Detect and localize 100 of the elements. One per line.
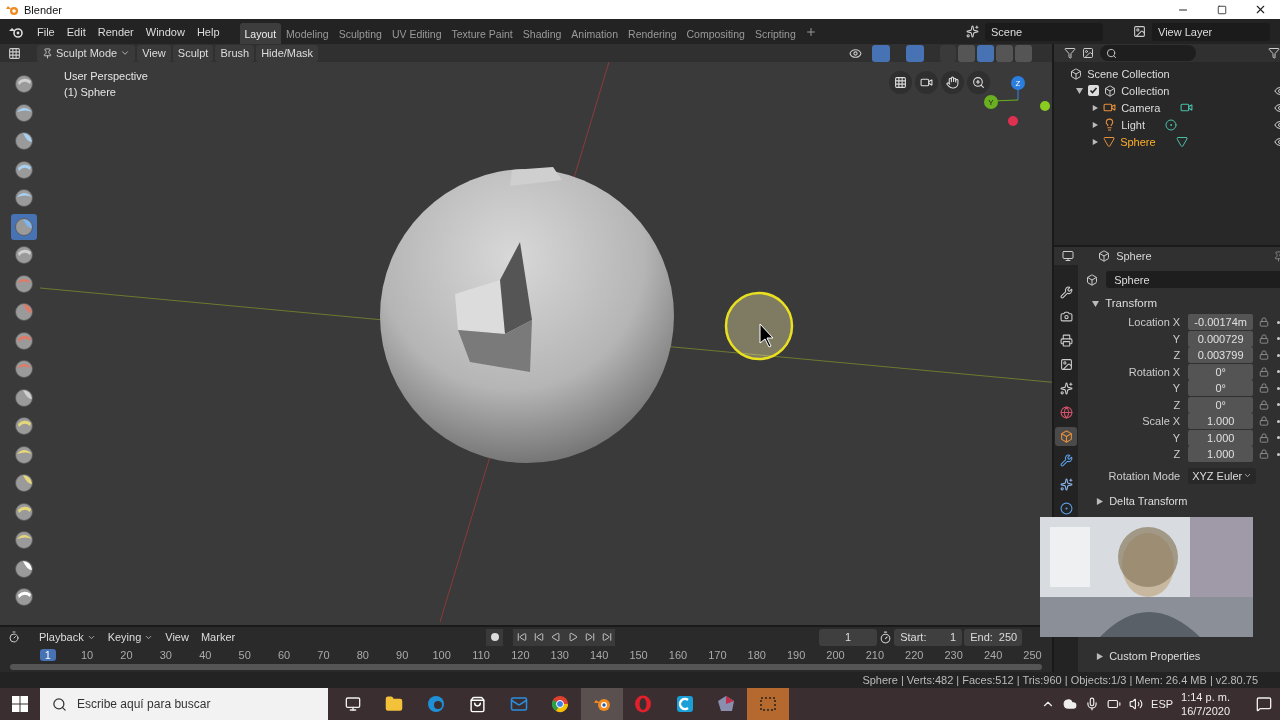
overlay-toggle[interactable] [906, 44, 925, 62]
number-field[interactable]: 0° [1188, 380, 1254, 397]
workspace-tab[interactable]: Layout [239, 23, 282, 44]
light-data-icon [1165, 118, 1177, 131]
workspace-tab[interactable]: Animation [566, 23, 624, 44]
collapsed-arrow-icon[interactable] [1096, 497, 1104, 505]
workspace-tab[interactable]: UV Editing [386, 23, 447, 44]
taskbar-search-field[interactable]: Escribe aquí para buscar [40, 688, 328, 720]
battery-icon[interactable] [1107, 697, 1122, 711]
checkbox[interactable] [1088, 85, 1100, 96]
grid-view-button[interactable] [889, 71, 912, 94]
zoom-button[interactable] [967, 71, 990, 94]
scrollbar[interactable] [10, 664, 1043, 670]
workspace-tab[interactable]: Rendering [623, 23, 682, 44]
jump-end-button[interactable] [598, 628, 616, 646]
scene-icon [966, 25, 979, 38]
scene-field[interactable]: Scene [985, 22, 1103, 41]
menu-item[interactable]: View [160, 628, 194, 646]
menu-item[interactable]: Help [190, 21, 226, 42]
menu-item[interactable]: Render [91, 21, 140, 42]
expand-arrow-icon[interactable] [1092, 121, 1099, 128]
menu-item[interactable]: Window [139, 21, 191, 42]
menu-item[interactable]: Marker [195, 628, 241, 646]
object-name-field[interactable]: Sphere [1106, 271, 1280, 288]
expand-arrow-icon[interactable] [1092, 138, 1099, 145]
menu-item[interactable]: Playback [34, 628, 101, 646]
keyframe-dot[interactable] [1277, 436, 1280, 440]
menu-item[interactable]: View [137, 44, 171, 62]
add-workspace-icon[interactable] [804, 25, 817, 38]
keyframe-dot[interactable] [1277, 403, 1280, 407]
language-indicator[interactable]: ESP [1151, 698, 1174, 710]
mode-dropdown[interactable]: Sculpt Mode [37, 44, 136, 62]
menu-item[interactable]: Edit [60, 21, 92, 42]
tree-item[interactable]: Camera [1121, 101, 1161, 114]
menu-item[interactable]: Hide/Mask [256, 44, 319, 62]
clock[interactable]: 1:14 p. m. 16/7/2020 [1181, 690, 1230, 718]
panel-title[interactable]: Custom Properties [1109, 650, 1201, 662]
workspace-tab[interactable]: Texture Paint [446, 23, 518, 44]
number-field[interactable]: 1.000 [1188, 446, 1254, 463]
number-field[interactable]: 0.000729 [1188, 330, 1254, 347]
number-field[interactable]: 0° [1188, 396, 1254, 413]
menu-item[interactable]: Sculpt [172, 44, 214, 62]
frame-number: 200 [825, 649, 846, 661]
microphone-icon[interactable] [1085, 697, 1100, 711]
panel-title[interactable]: Delta Transform [1109, 495, 1188, 507]
properties-tab[interactable] [1055, 427, 1078, 446]
keyframe-dot[interactable] [1277, 353, 1280, 357]
expand-arrow-icon[interactable] [1092, 104, 1099, 111]
collapsed-arrow-icon[interactable] [1096, 652, 1104, 660]
workspace-tab[interactable]: Scripting [749, 23, 801, 44]
search-field[interactable] [1100, 45, 1197, 61]
workspace-tab[interactable]: Sculpting [333, 23, 387, 44]
blender-logo-icon[interactable] [9, 25, 23, 38]
start-frame-field[interactable]: Start: 1 [894, 628, 963, 646]
tree-item[interactable]: Scene Collection [1087, 67, 1170, 80]
sculpt-tool-button[interactable] [11, 213, 37, 240]
tree-item[interactable]: Light [1121, 118, 1145, 131]
number-field[interactable]: 1.000 [1188, 413, 1254, 430]
menu-item[interactable]: Keying [102, 628, 159, 646]
solid-shading-button[interactable] [977, 44, 995, 62]
end-frame-field[interactable]: End: 250 [964, 628, 1023, 646]
blender-logo-icon [6, 3, 19, 16]
view-layer-field[interactable]: View Layer [1152, 22, 1270, 41]
workspace-tab[interactable]: Compositing [681, 23, 750, 44]
workspace-tab[interactable]: Shading [517, 23, 567, 44]
expand-toggle[interactable] [1092, 299, 1100, 307]
workspace-tab[interactable]: Modeling [281, 23, 334, 44]
current-frame-field[interactable]: 1 [819, 628, 878, 646]
rotation-mode-dropdown[interactable]: XYZ Euler [1188, 467, 1257, 484]
triangle-icon [1103, 135, 1116, 148]
property-label: Z [1172, 398, 1182, 411]
keyframe-dot[interactable] [1277, 452, 1280, 456]
pan-button[interactable] [941, 71, 964, 94]
keyframe-dot[interactable] [1277, 337, 1280, 341]
navigation-gizmo[interactable]: Z Y [984, 76, 1050, 126]
number-field[interactable]: 0.003799 [1188, 347, 1254, 364]
jump-start-button[interactable] [513, 628, 531, 646]
speaker-icon[interactable] [1129, 697, 1144, 711]
number-field[interactable]: -0.00174m [1188, 314, 1254, 331]
tree-item[interactable]: Collection [1121, 84, 1170, 97]
number-field[interactable]: 0° [1188, 363, 1254, 380]
gizmo-toggle[interactable] [872, 44, 891, 62]
number-field[interactable]: 1.000 [1188, 429, 1254, 446]
image-icon [1059, 358, 1073, 371]
menu-item[interactable]: File [31, 21, 61, 42]
cloud-icon[interactable] [1063, 697, 1078, 711]
keyframe-dot[interactable] [1277, 370, 1280, 374]
keyframe-dot[interactable] [1277, 419, 1280, 423]
keyframe-dot[interactable] [1277, 320, 1280, 324]
keyframe-dot[interactable] [1277, 386, 1280, 390]
view-label: User Perspective [64, 70, 148, 82]
grid-icon [894, 76, 907, 89]
record-button[interactable] [486, 628, 504, 646]
tree-item[interactable]: Sphere [1120, 135, 1156, 148]
property-label: Z [1172, 448, 1182, 461]
xray-toggle[interactable] [940, 44, 957, 62]
expand-toggle[interactable] [1076, 87, 1084, 94]
menu-item[interactable]: Brush [215, 44, 255, 62]
camera-view-button[interactable] [915, 71, 938, 94]
notification-icon[interactable] [1256, 696, 1272, 712]
